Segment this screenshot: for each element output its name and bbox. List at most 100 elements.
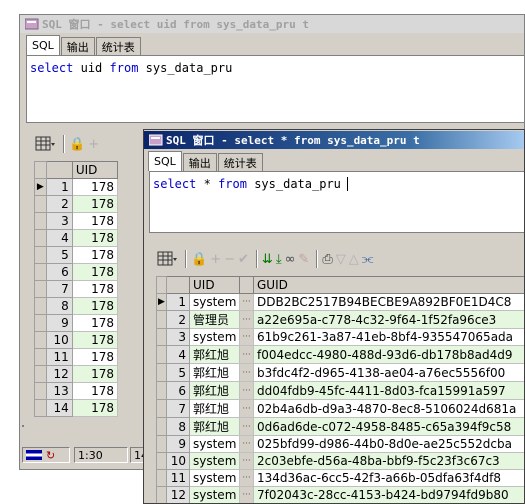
row-number[interactable]: 2	[45, 195, 73, 213]
cell-uid[interactable]: 178	[71, 348, 119, 366]
table-row[interactable]: 9 178	[34, 314, 119, 332]
row-indicator[interactable]	[34, 280, 47, 298]
cell-guid[interactable]: 2c03ebfe-d56a-48ba-bbf9-f5c23f3c67c3	[253, 452, 524, 470]
column-header-uid[interactable]: UID	[71, 161, 119, 179]
row-number[interactable]: 3	[166, 328, 190, 346]
cell-uid[interactable]: 郭红旭	[189, 363, 240, 382]
row-indicator[interactable]	[34, 399, 47, 417]
post-button[interactable]: ✔	[238, 248, 249, 270]
table-row[interactable]: 8 郭红旭 ··· 0d6ad6de-c072-4958-8485-c65a394f9…	[156, 417, 524, 436]
tab-sql[interactable]: SQL	[26, 35, 60, 55]
tab-stats[interactable]: 统计表	[217, 153, 263, 171]
row-number[interactable]: 9	[166, 435, 190, 453]
cell-uid[interactable]: 郭红旭	[189, 381, 240, 400]
tab-output[interactable]: 输出	[182, 153, 217, 171]
grid-options-button[interactable]	[156, 248, 178, 270]
cell-guid[interactable]: a22e695a-c778-4c32-9f64-1f52fa96ce3	[253, 310, 524, 329]
row-number[interactable]: 7	[45, 280, 73, 298]
row-number[interactable]: 3	[45, 212, 73, 230]
row-number[interactable]: 10	[45, 331, 73, 349]
cell-edit-dots[interactable]: ···	[239, 417, 254, 436]
cell-uid[interactable]: system	[189, 435, 240, 453]
row-number[interactable]: 5	[166, 363, 190, 382]
sort-down-button[interactable]: ▽	[336, 248, 346, 270]
row-indicator[interactable]	[156, 399, 167, 418]
cell-edit-dots[interactable]: ···	[239, 293, 254, 311]
row-number[interactable]: 12	[45, 365, 73, 383]
row-indicator[interactable]	[34, 263, 47, 281]
cell-guid[interactable]: 7f02043c-28cc-4153-b424-bd9794fd9b80	[253, 486, 524, 503]
row-number[interactable]: 4	[45, 229, 73, 247]
row-indicator[interactable]	[34, 314, 47, 332]
row-number[interactable]: 6	[166, 381, 190, 400]
lock-button[interactable]: 🔒	[69, 133, 85, 155]
cell-uid[interactable]: 178	[71, 331, 119, 349]
cell-uid[interactable]: system	[189, 293, 240, 311]
row-indicator[interactable]	[34, 348, 47, 366]
row-indicator[interactable]	[156, 469, 167, 487]
table-row[interactable]: 13 178	[34, 382, 119, 400]
table-row[interactable]: 7 郭红旭 ··· 02b4a6db-d9a3-4870-8ec8-5106024d6…	[156, 399, 524, 418]
row-number[interactable]: 8	[166, 417, 190, 436]
cell-guid[interactable]: 025bfd99-d986-44b0-8d0e-ae25c552dcba	[253, 435, 524, 453]
row-indicator[interactable]	[34, 365, 47, 383]
fetch-last-button[interactable]: ⤓	[276, 248, 282, 270]
cell-uid[interactable]: 178	[71, 365, 119, 383]
cell-edit-dots[interactable]: ···	[239, 345, 254, 364]
cell-uid[interactable]: 178	[71, 382, 119, 400]
row-indicator[interactable]	[156, 328, 167, 346]
cell-uid[interactable]: 郭红旭	[189, 417, 240, 436]
table-row[interactable]: 6 178	[34, 263, 119, 281]
result-grid[interactable]: UID ▶ 1 178 2 178 3 178 4 178 5 178 6 178 7 178 8 178 9 17…	[34, 161, 119, 417]
row-number[interactable]: 8	[45, 297, 73, 315]
add-record-button[interactable]: +	[88, 133, 99, 155]
row-indicator[interactable]	[156, 381, 167, 400]
cell-uid[interactable]: system	[189, 328, 240, 346]
row-number[interactable]: 10	[166, 452, 190, 470]
cell-guid[interactable]: dd04fdb9-45fc-4411-8d03-fca15991a597	[253, 381, 524, 400]
result-grid[interactable]: UID GUID ▶ 1 system ··· DDB2BC2517B94BECBE9A…	[156, 276, 524, 503]
table-row[interactable]: 10 system ··· 2c03ebfe-d56a-48ba-bbf9-f5c23…	[156, 452, 524, 470]
column-header-guid[interactable]: GUID	[253, 276, 524, 294]
row-indicator[interactable]	[34, 229, 47, 247]
table-row[interactable]: 10 178	[34, 331, 119, 349]
cell-edit-dots[interactable]: ···	[239, 363, 254, 382]
table-row[interactable]: 7 178	[34, 280, 119, 298]
print-button[interactable]: ⎙	[322, 248, 332, 270]
cell-edit-dots[interactable]: ···	[239, 469, 254, 487]
table-row[interactable]: ▶ 1 178	[34, 178, 119, 196]
cell-guid[interactable]: 02b4a6db-d9a3-4870-8ec8-5106024d681a	[253, 399, 524, 418]
table-row[interactable]: 8 178	[34, 297, 119, 315]
table-row[interactable]: 4 郭红旭 ··· f004edcc-4980-488d-93d6-db178b8ad…	[156, 345, 524, 364]
cell-guid[interactable]: 134d36ac-6cc5-42f3-a66b-05dfa63f4df8	[253, 469, 524, 487]
row-number[interactable]: 4	[166, 345, 190, 364]
sql-window-foreground[interactable]: SQL 窗口 - select * from sys_data_pru t SQ…	[143, 129, 525, 504]
fetch-next-button[interactable]: ⇊	[262, 248, 273, 270]
table-row[interactable]: 4 178	[34, 229, 119, 247]
row-indicator[interactable]	[156, 417, 167, 436]
lock-button[interactable]: 🔒	[191, 248, 207, 270]
table-row[interactable]: ▶ 1 system ··· DDB2BC2517B94BECBE9A892BF0E1D…	[156, 293, 524, 311]
cell-edit-dots[interactable]: ···	[239, 381, 254, 400]
cell-uid[interactable]: system	[189, 486, 240, 503]
cell-guid[interactable]: DDB2BC2517B94BECBE9A892BF0E1D4C8	[253, 293, 524, 311]
cell-uid[interactable]: 管理员	[189, 310, 240, 329]
cell-uid[interactable]: 178	[71, 280, 119, 298]
cell-uid[interactable]: 178	[71, 297, 119, 315]
find-button[interactable]: ∞	[285, 248, 296, 270]
row-number[interactable]: 12	[166, 486, 190, 503]
row-number[interactable]: 5	[45, 246, 73, 264]
row-number[interactable]: 9	[45, 314, 73, 332]
cell-uid[interactable]: 178	[71, 178, 119, 196]
row-number[interactable]: 6	[45, 263, 73, 281]
table-row[interactable]: 11 system ··· 134d36ac-6cc5-42f3-a66b-05dfa…	[156, 469, 524, 487]
cell-uid[interactable]: 178	[71, 246, 119, 264]
cell-uid[interactable]: system	[189, 452, 240, 470]
sql-editor[interactable]: select * from sys_data_pru	[149, 171, 524, 233]
delete-record-button[interactable]: −	[224, 248, 235, 270]
row-number[interactable]: 11	[166, 469, 190, 487]
row-number[interactable]: 13	[45, 382, 73, 400]
table-row[interactable]: 12 system ··· 7f02043c-28cc-4153-b424-bd979…	[156, 486, 524, 503]
row-number[interactable]: 7	[166, 399, 190, 418]
row-indicator[interactable]	[34, 195, 47, 213]
